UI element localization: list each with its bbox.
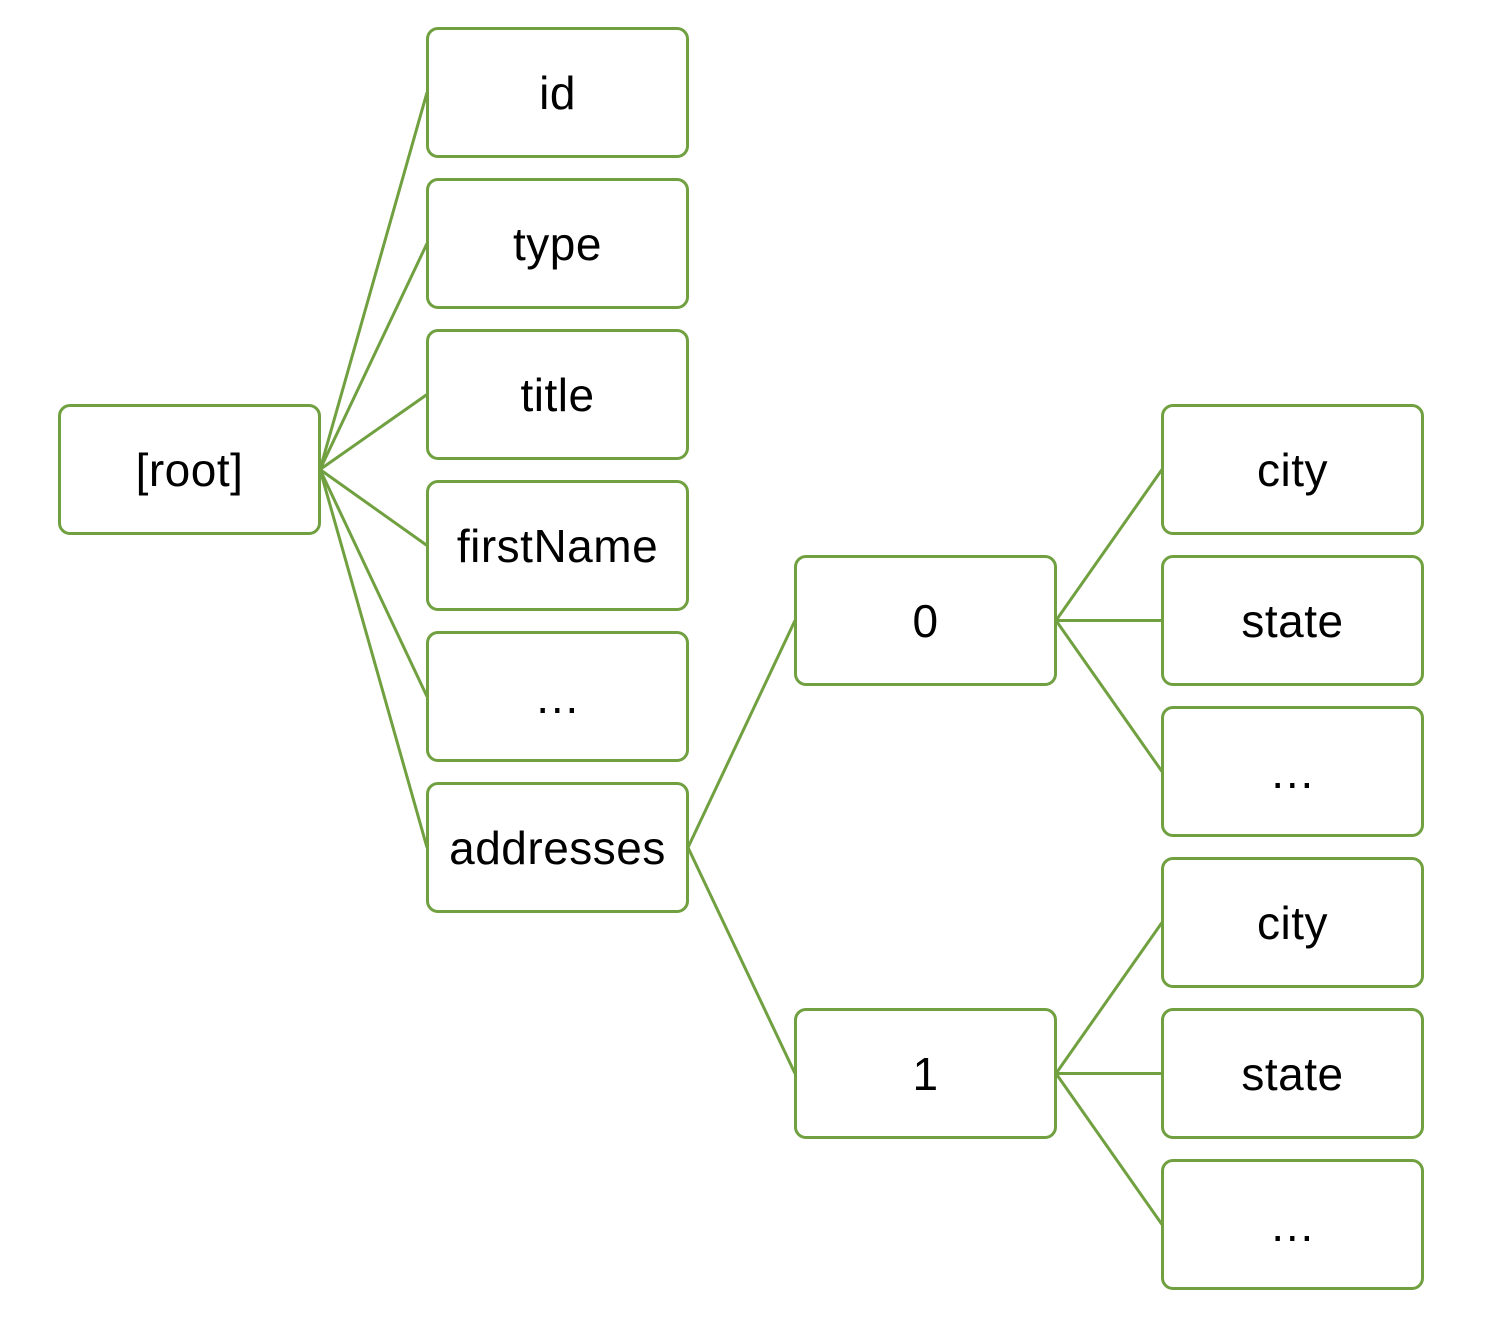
json-tree-diagram: [root] id type title firstName … address… <box>0 0 1507 1328</box>
edge-addr0-to-addr0-city <box>1054 468 1164 622</box>
edge-addr1-to-addr1-city <box>1054 921 1164 1075</box>
node-label: … <box>1269 745 1316 798</box>
node-addresses: addresses <box>426 782 689 913</box>
node-label: title <box>520 368 595 421</box>
node-address-0-ellipsis: … <box>1161 706 1424 837</box>
edge-root-to-id <box>318 92 429 470</box>
node-id: id <box>426 27 689 158</box>
node-address-0-state: state <box>1161 555 1424 686</box>
node-title: title <box>426 329 689 460</box>
node-label: 1 <box>912 1047 939 1100</box>
edge-addresses-to-addr1 <box>686 846 797 1075</box>
node-address-0-city: city <box>1161 404 1424 535</box>
edge-addr1-to-addr1-more <box>1054 1072 1164 1226</box>
node-label: addresses <box>449 821 666 874</box>
node-label: … <box>1269 1198 1316 1251</box>
edge-root-to-firstName <box>319 468 428 547</box>
node-label: city <box>1257 896 1328 949</box>
node-label: state <box>1241 1047 1344 1100</box>
node-label: state <box>1241 594 1344 647</box>
node-label: city <box>1257 443 1328 496</box>
node-type: type <box>426 178 689 309</box>
node-address-1-ellipsis: … <box>1161 1159 1424 1290</box>
node-address-1-state: state <box>1161 1008 1424 1139</box>
node-root: [root] <box>58 404 321 535</box>
node-label: … <box>534 670 581 723</box>
node-label: firstName <box>456 519 659 572</box>
edge-root-to-addresses <box>318 469 429 848</box>
edge-root-to-title <box>319 393 428 471</box>
edge-addresses-to-addr0 <box>686 619 797 849</box>
node-firstname: firstName <box>426 480 689 611</box>
node-label: id <box>539 66 576 119</box>
node-address-1-city: city <box>1161 857 1424 988</box>
node-root-ellipsis: … <box>426 631 689 762</box>
node-label: 0 <box>912 594 939 647</box>
edge-addr0-to-addr0-more <box>1054 619 1164 773</box>
node-label: [root] <box>135 443 244 496</box>
node-address-0: 0 <box>794 555 1057 686</box>
node-label: type <box>513 217 602 270</box>
node-address-1: 1 <box>794 1008 1057 1139</box>
